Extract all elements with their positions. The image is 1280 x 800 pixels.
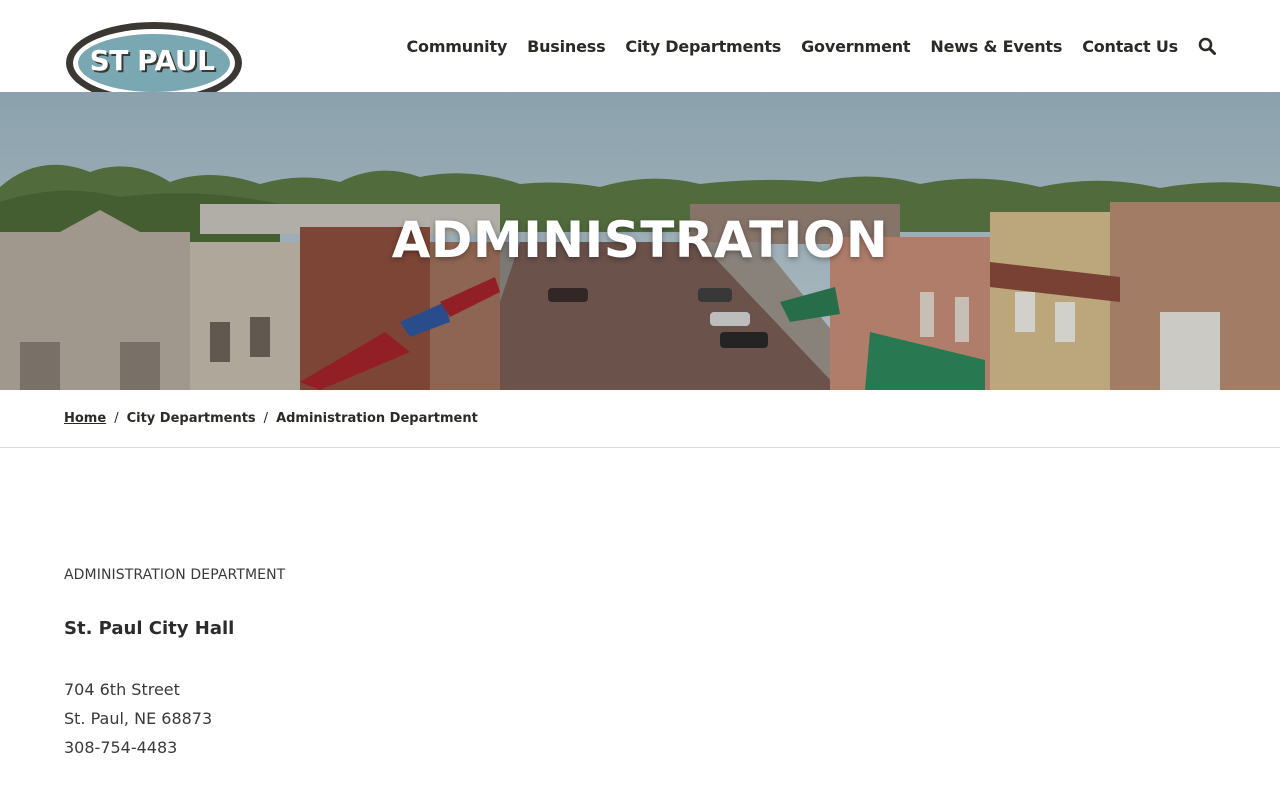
nav-government[interactable]: Government xyxy=(801,37,910,56)
breadcrumb-current: Administration Department xyxy=(276,410,478,426)
breadcrumb-home[interactable]: Home xyxy=(64,411,106,426)
department-label: ADMINISTRATION DEPARTMENT xyxy=(64,567,286,583)
breadcrumb-separator: / xyxy=(263,410,269,426)
page-title: ADMINISTRATION xyxy=(391,211,889,269)
breadcrumb-city-departments[interactable]: City Departments xyxy=(127,411,256,426)
site-header: ST PAUL ST PAUL Community Business City … xyxy=(0,0,1280,104)
phone-number[interactable]: 308-754-4483 xyxy=(64,738,177,757)
city-state-zip: St. Paul, NE 68873 xyxy=(64,709,213,728)
svg-text:ST PAUL: ST PAUL xyxy=(90,44,216,77)
street-address: 704 6th Street xyxy=(64,680,180,699)
nav-business[interactable]: Business xyxy=(527,37,605,56)
breadcrumb-separator: / xyxy=(114,410,119,426)
nav-city-departments[interactable]: City Departments xyxy=(625,37,781,56)
main-nav: Community Business City Departments Gove… xyxy=(387,0,1216,92)
search-icon[interactable] xyxy=(1198,37,1216,55)
nav-news-events[interactable]: News & Events xyxy=(930,37,1062,56)
hero-banner: ADMINISTRATION xyxy=(0,92,1280,390)
office-name: St. Paul City Hall xyxy=(64,618,235,639)
nav-community[interactable]: Community xyxy=(407,37,508,56)
nav-contact-us[interactable]: Contact Us xyxy=(1082,37,1178,56)
breadcrumb: Home / City Departments / Administration… xyxy=(64,409,478,427)
breadcrumb-divider xyxy=(0,447,1280,448)
